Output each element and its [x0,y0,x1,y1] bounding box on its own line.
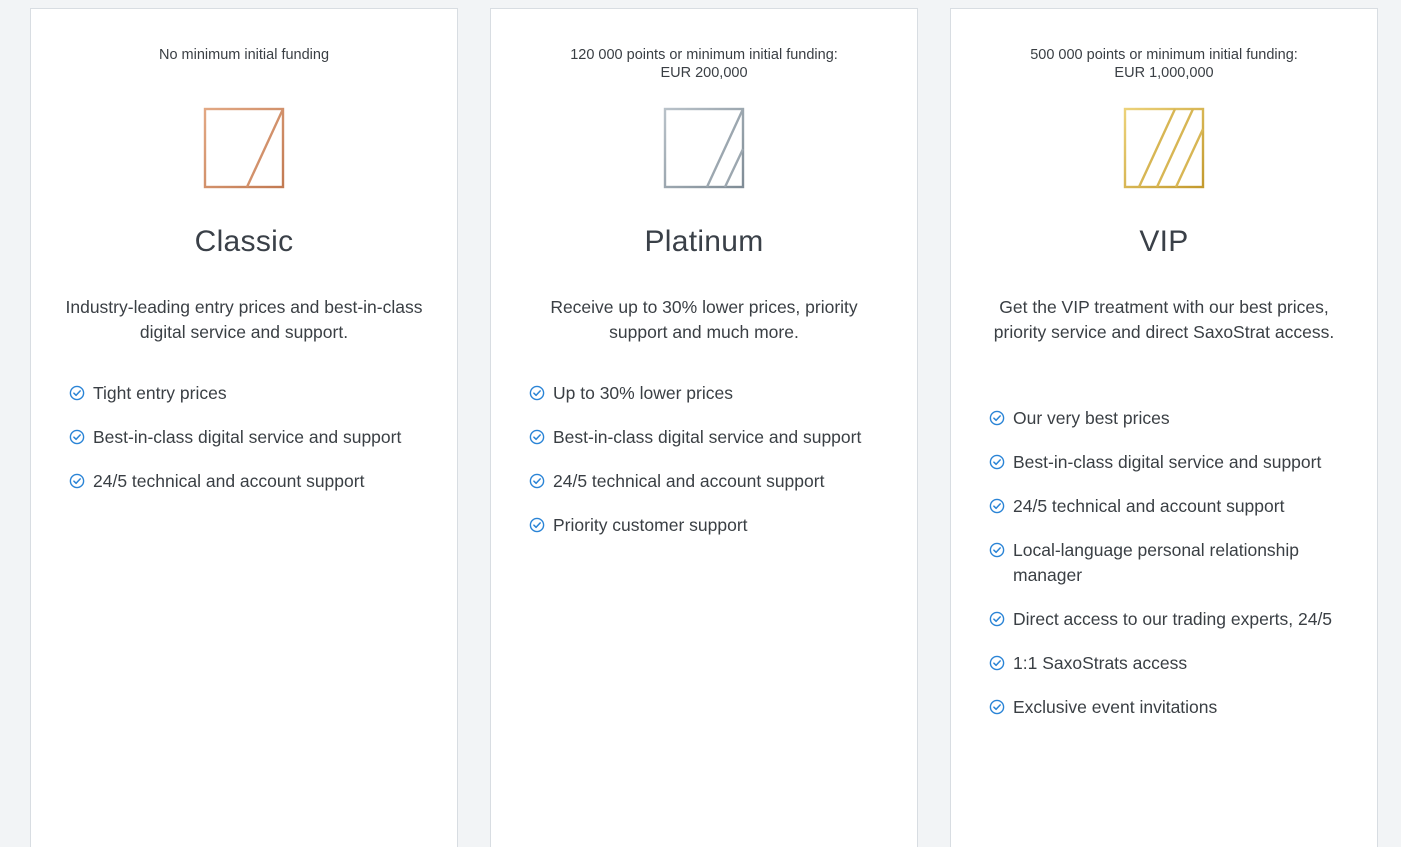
feature-item: Local-language personal relationship man… [989,538,1347,588]
feature-item: Best-in-class digital service and suppor… [989,450,1347,475]
tier-title: VIP [1139,225,1189,258]
funding-line-1: 500 000 points or minimum initial fundin… [1030,47,1298,63]
tier-description: Industry-leading entry prices and best-i… [65,297,423,342]
feature-text: Exclusive event invitations [1013,697,1218,717]
feature-item: Exclusive event invitations [989,695,1347,720]
feature-text: Best-in-class digital service and suppor… [1013,452,1322,472]
feature-text: Priority customer support [553,515,748,535]
tier-title: Classic [194,225,294,258]
feature-list: Our very best prices Best-in-class digit… [989,406,1347,739]
funding-requirement: 500 000 points or minimum initial fundin… [951,46,1377,82]
feature-item: Priority customer support [529,513,887,538]
platinum-tier-logo-icon [663,107,745,189]
funding-requirement: No minimum initial funding [31,46,457,64]
check-circle-icon [529,473,545,489]
feature-item: 24/5 technical and account support [529,469,887,494]
funding-line-2: EUR 1,000,000 [1114,65,1214,81]
check-circle-icon [989,498,1005,514]
check-circle-icon [529,385,545,401]
feature-item: Best-in-class digital service and suppor… [69,425,427,450]
tier-comparison-page: No minimum initial funding Classic Indus… [0,0,1401,847]
check-circle-icon [529,429,545,445]
feature-item: Direct access to our trading experts, 24… [989,607,1347,632]
feature-item: Our very best prices [989,406,1347,431]
feature-item: Best-in-class digital service and suppor… [529,425,887,450]
classic-tier-logo-icon [203,107,285,189]
feature-text: 24/5 technical and account support [1013,496,1285,516]
feature-text: 24/5 technical and account support [553,471,825,491]
vip-tier-logo-icon [1123,107,1205,189]
feature-text: Direct access to our trading experts, 24… [1013,609,1333,629]
tier-description: Receive up to 30% lower prices, priority… [550,297,858,342]
feature-text: Our very best prices [1013,408,1170,428]
funding-line-1: No minimum initial funding [158,47,330,63]
feature-text: Best-in-class digital service and suppor… [93,427,402,447]
feature-item: Tight entry prices [69,381,427,406]
tier-card-platinum: 120 000 points or minimum initial fundin… [490,8,918,847]
check-circle-icon [69,473,85,489]
check-circle-icon [989,454,1005,470]
check-circle-icon [529,517,545,533]
funding-line-2: EUR 200,000 [660,65,748,81]
feature-item: 1:1 SaxoStrats access [989,651,1347,676]
check-circle-icon [989,542,1005,558]
feature-text: 24/5 technical and account support [93,471,365,491]
tier-description: Get the VIP treatment with our best pric… [993,297,1335,342]
tier-card-vip: 500 000 points or minimum initial fundin… [950,8,1378,847]
tier-card-classic: No minimum initial funding Classic Indus… [30,8,458,847]
feature-list: Up to 30% lower prices Best-in-class dig… [529,381,887,557]
feature-text: Best-in-class digital service and suppor… [553,427,862,447]
feature-item: Up to 30% lower prices [529,381,887,406]
feature-text: Tight entry prices [93,383,227,403]
feature-item: 24/5 technical and account support [989,494,1347,519]
check-circle-icon [69,429,85,445]
check-circle-icon [989,611,1005,627]
feature-text: 1:1 SaxoStrats access [1013,653,1188,673]
funding-line-1: 120 000 points or minimum initial fundin… [570,47,838,63]
feature-text: Up to 30% lower prices [553,383,733,403]
funding-requirement: 120 000 points or minimum initial fundin… [491,46,917,82]
check-circle-icon [989,699,1005,715]
check-circle-icon [69,385,85,401]
tier-title: Platinum [644,225,764,258]
feature-item: 24/5 technical and account support [69,469,427,494]
feature-text: Local-language personal relationship man… [1013,540,1300,585]
check-circle-icon [989,410,1005,426]
check-circle-icon [989,655,1005,671]
feature-list: Tight entry prices Best-in-class digital… [69,381,427,513]
